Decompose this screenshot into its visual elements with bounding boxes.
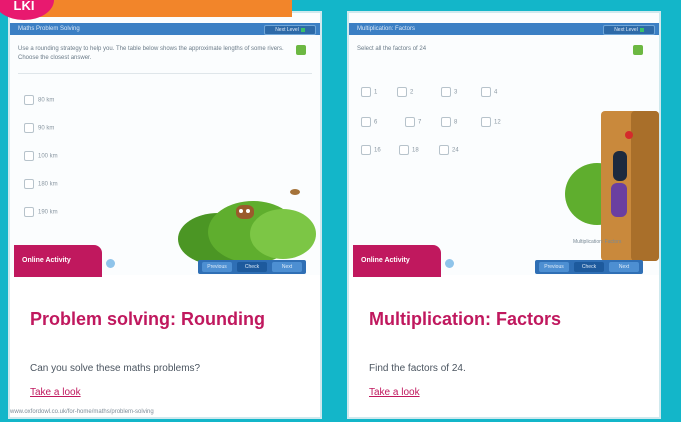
activity-card-rounding[interactable]: Maths Problem Solving Next Level Use a r… xyxy=(10,13,320,417)
checkbox-icon[interactable] xyxy=(361,145,371,155)
checkbox-icon[interactable] xyxy=(441,87,451,97)
factor-option[interactable]: 8 xyxy=(441,117,457,127)
card-title: Multiplication: Factors xyxy=(369,309,562,329)
checkbox-icon[interactable] xyxy=(24,123,34,133)
checkbox-icon[interactable] xyxy=(441,117,451,127)
app-bar: Maths Problem Solving Next Level xyxy=(10,23,320,35)
factor-option[interactable]: 6 xyxy=(361,117,377,127)
activity-preview[interactable]: Maths Problem Solving Next Level Use a r… xyxy=(10,13,320,277)
animal-illustration xyxy=(236,205,254,219)
factor-option[interactable]: 1 xyxy=(361,87,377,97)
character-illustration xyxy=(611,183,627,217)
factor-option[interactable]: 7 xyxy=(405,117,421,127)
apple-illustration xyxy=(625,131,633,139)
card-description: Can you solve these maths problems? xyxy=(30,363,201,374)
info-icon xyxy=(445,259,454,268)
card-description: Find the factors of 24. xyxy=(369,363,466,374)
activity-preview[interactable]: Multiplication: Factors Next Level Selec… xyxy=(349,13,659,277)
factor-option[interactable]: 18 xyxy=(399,145,419,155)
factor-option[interactable]: 3 xyxy=(441,87,457,97)
app-bar-title: Multiplication: Factors xyxy=(357,26,416,32)
footer-note: www.oxfordowl.co.uk/for-home/maths/probl… xyxy=(10,409,154,415)
factor-option[interactable]: 4 xyxy=(481,87,497,97)
checkbox-icon[interactable] xyxy=(439,145,449,155)
checkbox-icon[interactable] xyxy=(361,117,371,127)
status-icon xyxy=(639,27,644,32)
status-icon xyxy=(300,27,305,32)
audio-icon[interactable] xyxy=(633,45,643,55)
answer-choice[interactable]: 180 km xyxy=(24,179,58,189)
online-activity-tag[interactable]: Online Activity xyxy=(14,245,102,277)
question-text: Select all the factors of 24 xyxy=(357,46,427,52)
checkbox-icon[interactable] xyxy=(399,145,409,155)
online-activity-tag[interactable]: Online Activity xyxy=(353,245,441,277)
bird-illustration xyxy=(290,189,300,195)
divider xyxy=(18,73,312,74)
card-title: Problem solving: Rounding xyxy=(30,309,265,329)
info-icon xyxy=(106,259,115,268)
character-illustration xyxy=(613,151,627,181)
answer-choice[interactable]: 90 km xyxy=(24,123,54,133)
checkbox-icon[interactable] xyxy=(24,179,34,189)
checkbox-icon[interactable] xyxy=(24,95,34,105)
answer-choice[interactable]: 80 km xyxy=(24,95,54,105)
checkbox-icon[interactable] xyxy=(361,87,371,97)
next-level-button[interactable]: Next Level xyxy=(603,25,655,35)
factor-option[interactable]: 12 xyxy=(481,117,501,127)
audio-icon[interactable] xyxy=(296,45,306,55)
preview-caption: Multiplication: Factors xyxy=(573,239,622,245)
checkbox-icon[interactable] xyxy=(481,117,491,127)
answer-choice[interactable]: 100 km xyxy=(24,151,58,161)
checkbox-icon[interactable] xyxy=(24,207,34,217)
previous-button[interactable]: Previous xyxy=(539,262,569,272)
factor-option[interactable]: 2 xyxy=(397,87,413,97)
next-button[interactable]: Next xyxy=(272,262,302,272)
check-button[interactable]: Check xyxy=(574,262,604,272)
take-a-look-link[interactable]: Take a look xyxy=(369,387,420,398)
previous-button[interactable]: Previous xyxy=(202,262,232,272)
app-bar: Multiplication: Factors Next Level xyxy=(349,23,659,35)
factor-option[interactable]: 24 xyxy=(439,145,459,155)
bush-illustration xyxy=(250,209,316,259)
next-level-button[interactable]: Next Level xyxy=(264,25,316,35)
checkbox-icon[interactable] xyxy=(405,117,415,127)
activity-card-factors[interactable]: Multiplication: Factors Next Level Selec… xyxy=(349,13,659,417)
tree-illustration xyxy=(631,111,659,261)
section-banner xyxy=(36,0,292,17)
check-button[interactable]: Check xyxy=(237,262,267,272)
checkbox-icon[interactable] xyxy=(24,151,34,161)
take-a-look-link[interactable]: Take a look xyxy=(30,387,81,398)
activity-controls: Previous Check Next xyxy=(535,260,643,274)
checkbox-icon[interactable] xyxy=(397,87,407,97)
factor-option[interactable]: 16 xyxy=(361,145,381,155)
activity-controls: Previous Check Next xyxy=(198,260,306,274)
checkbox-icon[interactable] xyxy=(481,87,491,97)
next-button[interactable]: Next xyxy=(609,262,639,272)
question-text: Use a rounding strategy to help you. The… xyxy=(18,46,284,61)
answer-choice[interactable]: 190 km xyxy=(24,207,58,217)
app-bar-title: Maths Problem Solving xyxy=(18,26,80,32)
